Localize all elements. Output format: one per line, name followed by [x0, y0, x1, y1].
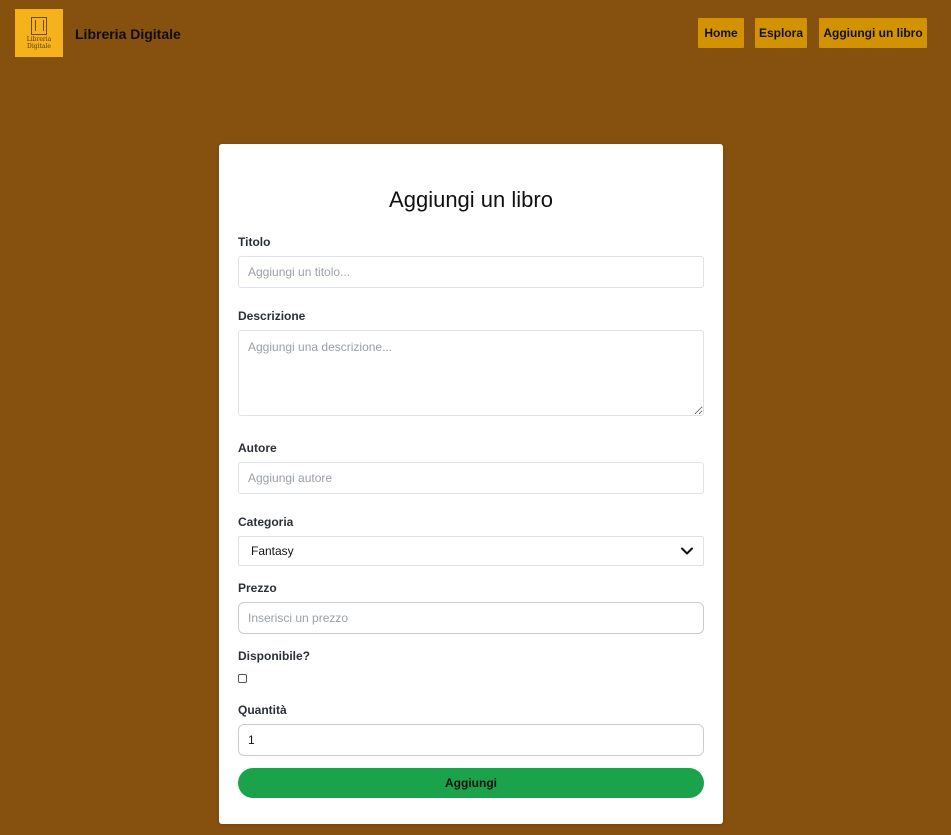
- form-title: Aggiungi un libro: [389, 187, 553, 212]
- nav-home-button[interactable]: Home: [698, 18, 744, 48]
- nav-esplora-button[interactable]: Esplora: [755, 18, 807, 48]
- autore-input[interactable]: [238, 462, 704, 494]
- brand-name[interactable]: Libreria Digitale: [75, 26, 181, 42]
- navbar: Libreria Digitale Libreria Digitale Home…: [0, 0, 951, 68]
- quantita-label: Quantità: [238, 703, 287, 717]
- categoria-label: Categoria: [238, 515, 294, 529]
- add-book-form-card: Aggiungi un libro Titolo Descrizione Aut…: [219, 144, 723, 824]
- categoria-select[interactable]: Fantasy: [238, 536, 704, 566]
- disponibile-checkbox[interactable]: [238, 674, 247, 683]
- autore-label: Autore: [238, 441, 277, 455]
- categoria-selected-value: Fantasy: [251, 544, 294, 558]
- submit-add-button[interactable]: Aggiungi: [238, 768, 704, 798]
- chevron-down-icon: [681, 546, 693, 556]
- book-logo-icon[interactable]: Libreria Digitale: [15, 9, 63, 57]
- disponibile-label: Disponibile?: [238, 649, 310, 663]
- logo-glyph: [31, 16, 47, 35]
- prezzo-label: Prezzo: [238, 581, 277, 595]
- prezzo-input[interactable]: [238, 602, 704, 634]
- titolo-label: Titolo: [238, 235, 271, 249]
- quantita-input[interactable]: [238, 724, 704, 756]
- logo-text: Libreria Digitale: [26, 35, 52, 50]
- titolo-input[interactable]: [238, 256, 704, 288]
- nav-add-book-button[interactable]: Aggiungi un libro: [819, 18, 927, 48]
- descrizione-textarea[interactable]: [238, 330, 704, 416]
- descrizione-label: Descrizione: [238, 309, 306, 323]
